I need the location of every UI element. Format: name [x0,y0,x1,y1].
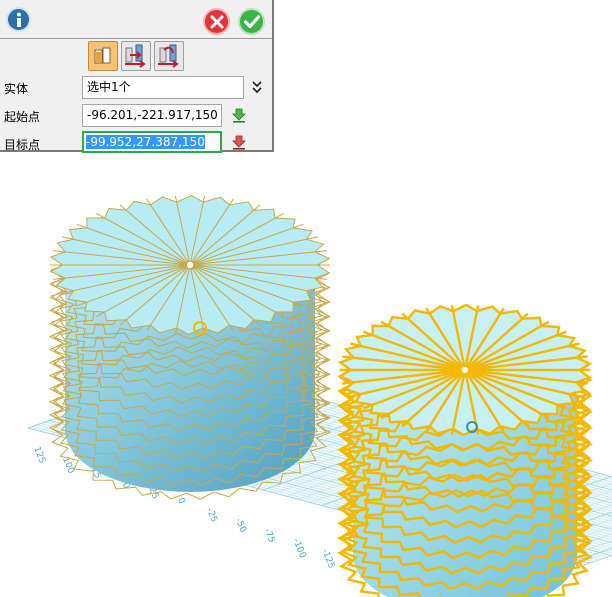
axis-tick-label: -25 [204,507,219,524]
axis-tick-label: 0 [175,496,187,505]
axis-tick-label: -75 [262,527,277,544]
target-point-label: 目标点 [4,138,41,152]
cancel-button[interactable] [203,8,230,35]
translate-move-icon [125,44,146,68]
axis-tick-label: 125 [31,445,47,465]
target-point-value: -99.952,27.387,150 [86,135,205,149]
panel-header [0,0,272,39]
start-point-field[interactable]: -96.201,-221.917,150 [82,104,222,127]
entity-label: 实体 [4,82,29,96]
confirm-button[interactable] [238,8,265,35]
axis-tick-label: -50 [233,517,248,535]
rotate-mode-button[interactable] [154,41,184,71]
center-marker [185,260,195,270]
rotate-move-icon [158,44,179,68]
select-solid-icon [94,47,111,64]
axis-tick-label: 100 [60,456,76,476]
start-point-label: 起始点 [4,110,41,124]
move-property-panel: 实体 选中1个 起始点 -96.201,-221.917,150 目标点 -99… [0,0,274,153]
axis-tick-label: -125 [319,547,336,570]
entity-field[interactable]: 选中1个 [82,76,244,99]
moved-spiral-solid[interactable] [336,303,594,597]
target-point-field[interactable]: -99.952,27.387,150 [82,131,222,153]
close-icon [210,15,223,28]
pick-start-point-icon[interactable] [231,107,247,123]
select-solid-mode-button[interactable] [88,41,118,71]
translate-mode-button[interactable] [121,41,151,71]
info-icon[interactable] [6,7,31,32]
checkmark-icon [243,14,260,28]
expand-chevron-icon[interactable] [250,79,264,95]
center-marker [460,365,470,375]
axis-tick-label: -100 [290,537,307,560]
original-spiral-solid[interactable] [48,195,332,500]
pick-target-point-icon[interactable] [231,134,247,150]
